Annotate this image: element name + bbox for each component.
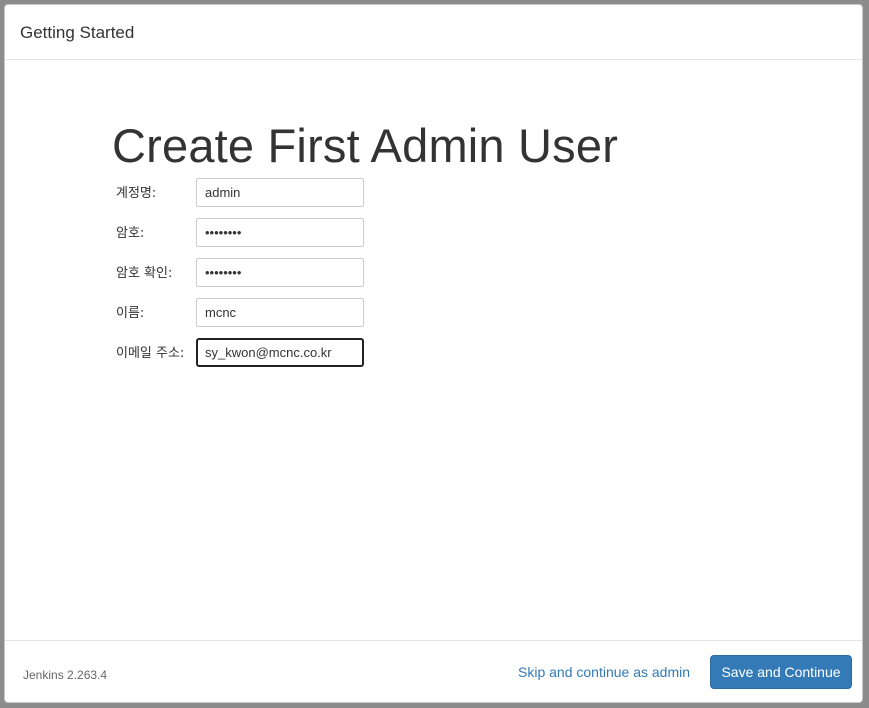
- email-label: 이메일 주소:: [116, 346, 185, 361]
- page-title: Create First Admin User: [112, 119, 619, 172]
- password-confirm-label: 암호 확인:: [116, 266, 173, 281]
- password-confirm-input[interactable]: [196, 258, 364, 287]
- dialog-body: Create First Admin User 계정명: 암호: 암호 확인: …: [5, 60, 862, 640]
- username-label: 계정명:: [116, 186, 157, 201]
- skip-continue-link[interactable]: Skip and continue as admin: [518, 664, 690, 680]
- password-label: 암호:: [116, 226, 145, 241]
- version-label: Jenkins 2.263.4: [23, 668, 108, 682]
- username-input[interactable]: [196, 178, 364, 207]
- dialog-title: Getting Started: [20, 23, 135, 42]
- save-continue-button[interactable]: Save and Continue: [710, 655, 852, 689]
- password-input[interactable]: [196, 218, 364, 247]
- email-input[interactable]: [196, 338, 364, 367]
- fullname-input[interactable]: [196, 298, 364, 327]
- dialog-header: Getting Started: [5, 5, 862, 60]
- dialog-footer: Jenkins 2.263.4 Skip and continue as adm…: [5, 640, 862, 702]
- fullname-label: 이름:: [116, 306, 145, 321]
- setup-dialog: Getting Started Create First Admin User …: [4, 4, 863, 703]
